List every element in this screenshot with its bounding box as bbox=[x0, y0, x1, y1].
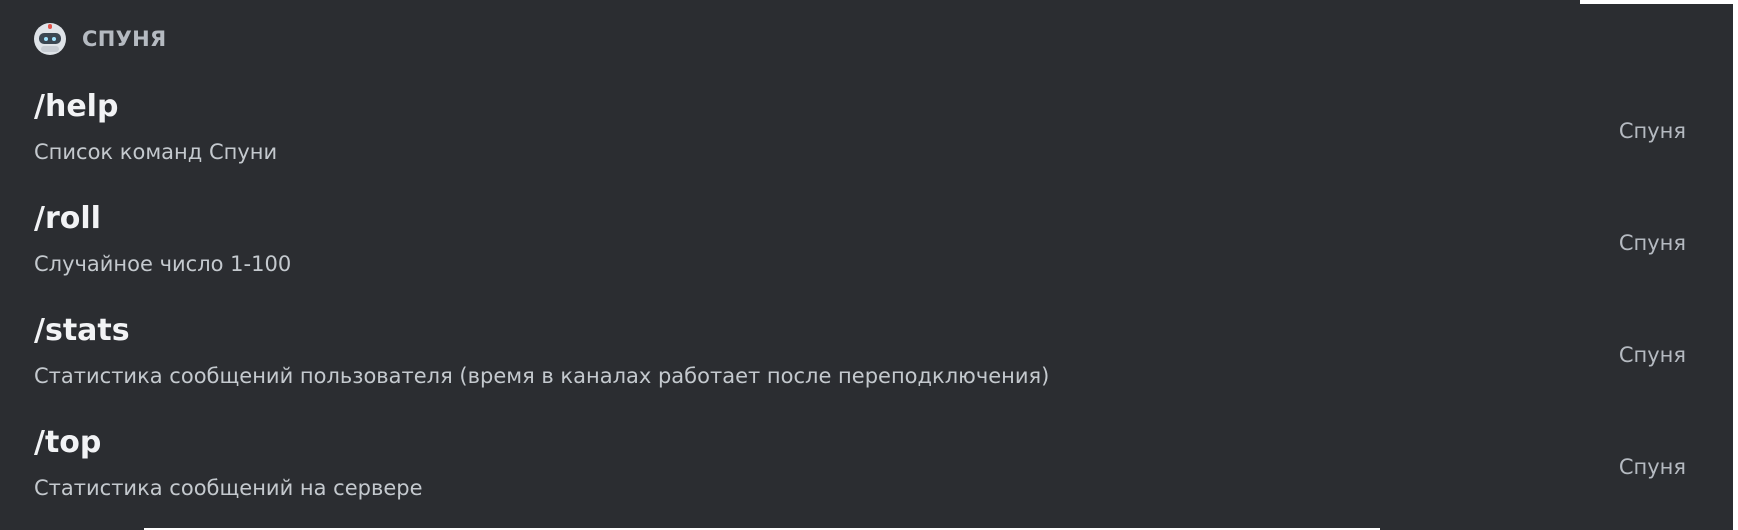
command-name: /stats bbox=[34, 313, 130, 348]
command-list: /help Список команд Спуни Спуня /roll Сл… bbox=[0, 76, 1733, 524]
bot-header: СПУНЯ bbox=[34, 22, 166, 56]
robot-avatar-icon bbox=[34, 23, 66, 55]
window-edge-top bbox=[1580, 0, 1738, 4]
command-source: Спуня bbox=[1618, 231, 1686, 255]
command-source: Спуня bbox=[1618, 119, 1686, 143]
command-name: /top bbox=[34, 425, 102, 460]
command-item-roll[interactable]: /roll Случайное число 1-100 Спуня bbox=[0, 188, 1733, 300]
command-picker-panel: СПУНЯ /help Список команд Спуни Спуня /r… bbox=[0, 0, 1733, 530]
command-item-help[interactable]: /help Список команд Спуни Спуня bbox=[0, 76, 1733, 188]
command-description: Случайное число 1-100 bbox=[34, 252, 292, 276]
command-description: Статистика сообщений на сервере bbox=[34, 476, 423, 500]
command-item-stats[interactable]: /stats Статистика сообщений пользователя… bbox=[0, 300, 1733, 412]
command-description: Список команд Спуни bbox=[34, 140, 278, 164]
bot-name: СПУНЯ bbox=[82, 27, 167, 51]
command-name: /roll bbox=[34, 201, 101, 236]
command-description: Статистика сообщений пользователя (время… bbox=[34, 364, 1050, 388]
command-source: Спуня bbox=[1618, 455, 1686, 479]
command-source: Спуня bbox=[1618, 343, 1686, 367]
command-item-top[interactable]: /top Статистика сообщений на сервере Спу… bbox=[0, 412, 1733, 524]
command-name: /help bbox=[34, 89, 119, 124]
